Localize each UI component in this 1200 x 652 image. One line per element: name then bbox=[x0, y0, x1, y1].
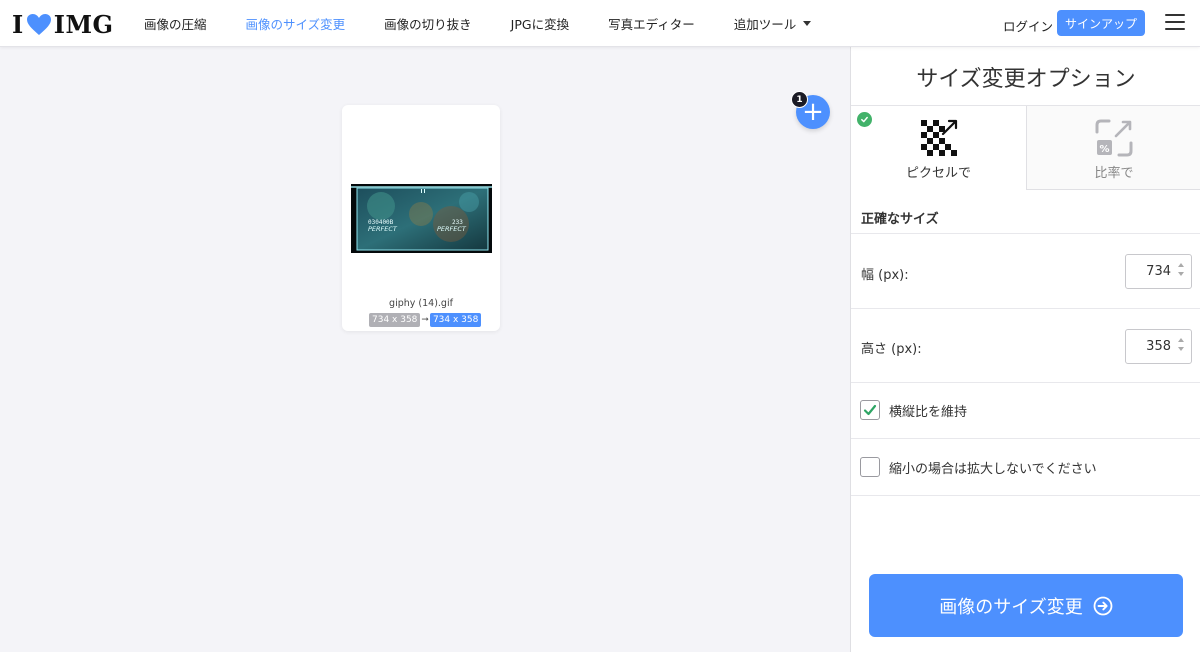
signup-button[interactable]: サインアップ bbox=[1057, 10, 1145, 36]
nav-photo-editor[interactable]: 写真エディター bbox=[608, 14, 695, 33]
login-link[interactable]: ログイン bbox=[1003, 16, 1053, 35]
divider bbox=[851, 495, 1200, 496]
file-name: giphy (14).gif bbox=[389, 298, 453, 309]
nav-convert-to-jpg[interactable]: JPGに変換 bbox=[511, 14, 569, 33]
file-count-badge: 1 bbox=[791, 91, 808, 108]
keep-aspect-ratio-checkbox[interactable] bbox=[860, 400, 880, 420]
arrow-circle-right-icon bbox=[1093, 596, 1113, 615]
height-spinner-icon[interactable] bbox=[1178, 338, 1185, 356]
divider bbox=[851, 382, 1200, 383]
width-spinner-icon[interactable] bbox=[1178, 263, 1185, 281]
resize-images-button[interactable]: 画像のサイズ変更 bbox=[869, 574, 1183, 637]
workspace: 030400B PERFECT 233 PERFECT giphy (14).g… bbox=[0, 47, 850, 652]
tab-by-pixels-label: ピクセルで bbox=[905, 166, 971, 181]
image-thumbnail: 030400B PERFECT 233 PERFECT bbox=[351, 184, 492, 253]
keep-aspect-ratio-option[interactable]: 横縦比を維持 bbox=[860, 400, 967, 420]
top-navbar: I IMG 画像の圧縮 画像のサイズ変更 画像の切り抜き JPGに変換 写真エデ… bbox=[0, 0, 1200, 47]
tab-by-percentage[interactable]: % 比率で bbox=[1026, 106, 1200, 190]
height-label: 高さ (px): bbox=[861, 342, 922, 357]
percent-resize-icon: % bbox=[1095, 119, 1133, 157]
width-label: 幅 (px): bbox=[861, 268, 909, 283]
logo-text-left: I bbox=[12, 10, 24, 39]
divider bbox=[851, 308, 1200, 309]
keep-aspect-ratio-label: 横縦比を維持 bbox=[889, 404, 968, 420]
file-card[interactable]: 030400B PERFECT 233 PERFECT giphy (14).g… bbox=[342, 105, 500, 331]
sidebar-title: サイズ変更オプション bbox=[916, 67, 1136, 92]
height-value: 358 bbox=[1146, 339, 1171, 354]
thumb-right-grade: PERFECT bbox=[437, 225, 467, 233]
exact-size-heading: 正確なサイズ bbox=[861, 212, 939, 227]
new-size-badge: 734 x 358 bbox=[429, 313, 482, 327]
pixel-resize-icon bbox=[920, 119, 957, 156]
logo-text-right: IMG bbox=[53, 10, 114, 39]
width-value: 734 bbox=[1146, 264, 1171, 279]
resize-mode-tabs: ピクセルで % 比率で bbox=[851, 105, 1200, 190]
svg-text:%: % bbox=[1099, 144, 1109, 155]
nav-crop-image[interactable]: 画像の切り抜き bbox=[384, 14, 472, 33]
nav-more-tools-label: 追加ツール bbox=[733, 17, 797, 32]
thumbnail-image: 030400B PERFECT 233 PERFECT bbox=[351, 184, 492, 253]
original-size-badge: 734 x 358 bbox=[369, 313, 421, 327]
site-logo[interactable]: I IMG bbox=[12, 10, 114, 39]
width-input[interactable]: 734 bbox=[1125, 254, 1192, 289]
heart-icon bbox=[26, 13, 51, 35]
no-enlarge-checkbox[interactable] bbox=[860, 457, 880, 477]
resize-images-button-label: 画像のサイズ変更 bbox=[939, 596, 1083, 617]
nav-resize-image[interactable]: 画像のサイズ変更 bbox=[246, 14, 346, 33]
caret-down-icon bbox=[803, 21, 812, 26]
hamburger-icon[interactable] bbox=[1165, 14, 1185, 32]
tab-by-pixels[interactable]: ピクセルで bbox=[851, 106, 1026, 190]
divider bbox=[851, 233, 1200, 234]
checkmark-icon bbox=[863, 404, 877, 416]
options-sidebar: サイズ変更オプション ピクセルで % 比率で 正確なサイズ 幅 (px): 73… bbox=[850, 47, 1200, 652]
no-enlarge-label: 縮小の場合は拡大しないでください bbox=[889, 461, 1097, 477]
no-enlarge-option[interactable]: 縮小の場合は拡大しないでください bbox=[860, 457, 1097, 477]
nav-more-tools[interactable]: 追加ツール bbox=[734, 14, 812, 33]
dimensions-row: 734 x 358 ➞ 734 x 358 bbox=[369, 312, 482, 328]
tab-by-percentage-label: 比率で bbox=[1094, 166, 1134, 181]
height-input[interactable]: 358 bbox=[1125, 329, 1192, 364]
nav-compress-image[interactable]: 画像の圧縮 bbox=[144, 14, 207, 33]
thumb-left-grade: PERFECT bbox=[368, 225, 398, 233]
arrow-right-icon: ➞ bbox=[421, 315, 429, 325]
divider bbox=[851, 438, 1200, 439]
selected-check-icon bbox=[857, 112, 872, 127]
main-nav: 画像の圧縮 画像のサイズ変更 画像の切り抜き JPGに変換 写真エディター 追加… bbox=[144, 0, 850, 47]
